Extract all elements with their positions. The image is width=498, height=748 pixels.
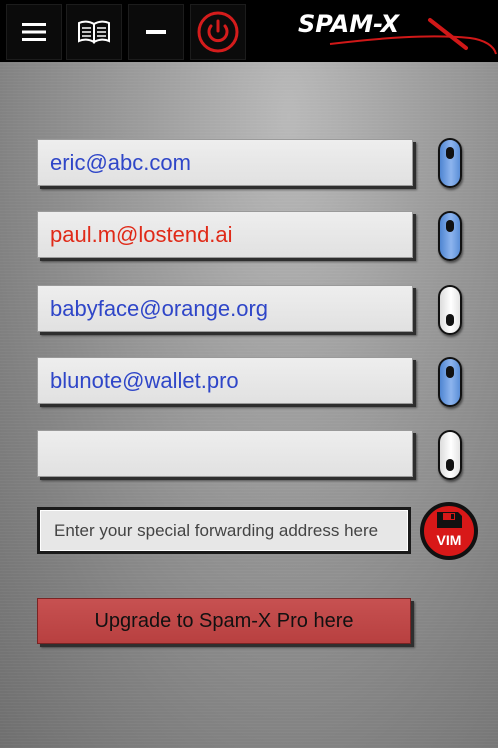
toggle-knob (446, 147, 454, 159)
spam-x-logo: SPAM-X (298, 10, 497, 55)
book-button[interactable] (66, 4, 122, 60)
save-forwarding-button[interactable]: VIM (419, 502, 479, 560)
address-toggle-4[interactable] (438, 357, 462, 407)
minimize-icon (146, 30, 166, 34)
floppy-disk-icon (437, 512, 462, 528)
power-button[interactable] (190, 4, 246, 60)
minimize-button[interactable] (128, 4, 184, 60)
address-field-2[interactable]: paul.m@lostend.ai (37, 211, 413, 258)
address-field-3[interactable]: babyface@orange.org (37, 285, 413, 332)
menu-button[interactable] (6, 4, 62, 60)
toggle-knob (446, 459, 454, 471)
save-button-label: VIM (437, 532, 462, 548)
toggle-knob (446, 220, 454, 232)
book-icon (78, 20, 110, 44)
menu-icon (22, 23, 46, 41)
forwarding-address-input[interactable]: Enter your special forwarding address he… (37, 507, 411, 554)
upgrade-button[interactable]: Upgrade to Spam-X Pro here (37, 598, 411, 644)
address-toggle-1[interactable] (438, 138, 462, 188)
logo-text: SPAM-X (298, 10, 401, 38)
toggle-knob (446, 366, 454, 378)
top-toolbar: SPAM-X (0, 0, 498, 62)
address-toggle-5[interactable] (438, 430, 462, 480)
address-field-1[interactable]: eric@abc.com (37, 139, 413, 186)
address-toggle-2[interactable] (438, 211, 462, 261)
address-field-5[interactable] (37, 430, 413, 477)
power-icon (197, 11, 239, 53)
address-field-4[interactable]: blunote@wallet.pro (37, 357, 413, 404)
address-toggle-3[interactable] (438, 285, 462, 335)
toggle-knob (446, 314, 454, 326)
